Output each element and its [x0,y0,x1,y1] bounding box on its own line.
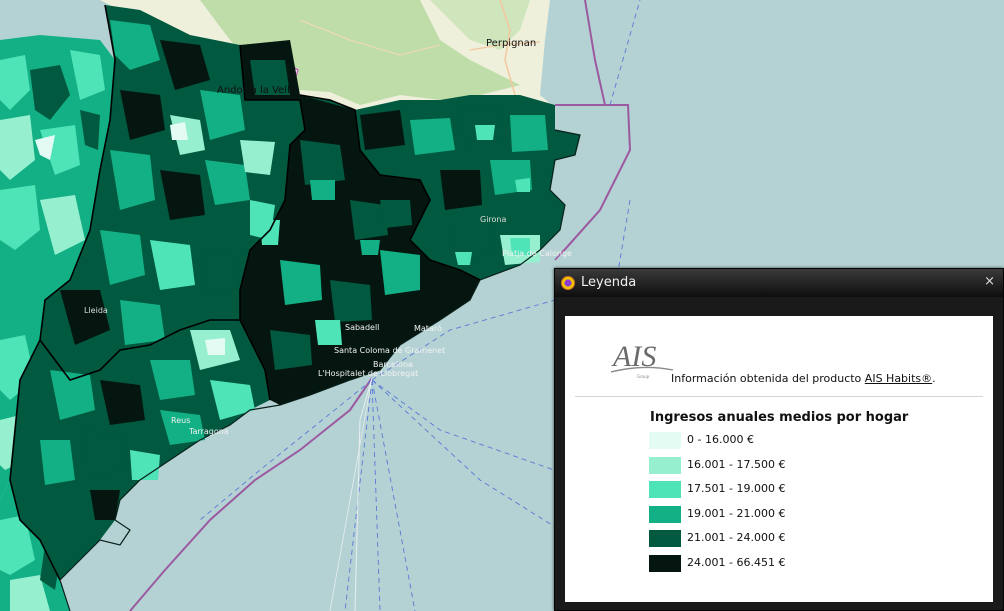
place-lleida: Lleida [84,306,108,315]
source-suffix: . [932,372,936,385]
place-barcelona: Barcelona [373,360,413,369]
legend-swatch [649,456,681,474]
legend-label: 21.001 - 24.000 € [687,531,786,545]
place-girona: Girona [480,215,507,224]
legend-swatch [649,505,681,523]
source-link[interactable]: AIS Habits® [865,372,932,385]
close-button[interactable]: × [984,274,995,289]
place-reus: Reus [171,416,191,425]
legend-label: 24.001 - 66.451 € [687,556,786,569]
place-tarragona: Tarragona [189,427,229,436]
source-note: Información obtenida del producto AIS Ha… [671,372,936,385]
place-sabadell: Sabadell [345,323,380,332]
legend-label: 16.001 - 17.500 € [687,457,786,471]
legend-item: 21.001 - 24.000 € [649,530,849,548]
legend-swatch [649,555,681,572]
place-santa-coloma: Santa Coloma de Gramenet [334,346,446,355]
legend-swatch [649,481,681,499]
divider [575,396,983,397]
ais-logo: AIS Group [611,340,674,379]
legend-label: 0 - 16.000 € [687,433,754,446]
svg-text:Group: Group [637,374,650,379]
legend-item: 0 - 16.000 € [649,432,849,450]
source-prefix: Información obtenida del producto [671,372,865,385]
legend-item: 17.501 - 19.000 € [649,481,849,499]
legend-heading: Ingresos anuales medios por hogar [650,410,909,425]
app-logo-icon [561,276,575,290]
legend-item: 19.001 - 21.000 € [649,505,849,524]
legend-window[interactable]: Leyenda × AIS Group Información obtenida… [554,268,1004,611]
legend-item: 16.001 - 17.500 € [649,456,849,475]
legend-label: 19.001 - 21.000 € [687,506,786,520]
place-andorra: Andorra la Vella [217,85,296,96]
legend-body: AIS Group Información obtenida del produ… [565,316,993,602]
legend-title: Leyenda [581,275,637,290]
place-mataro: Mataró [414,324,442,333]
place-hospitalet: L'Hospitalet de Llobregat [318,369,419,378]
legend-titlebar[interactable]: Leyenda × [555,269,1003,297]
legend-item: 24.001 - 66.451 € [649,555,849,573]
legend-swatch [649,530,681,548]
legend-swatch [649,432,681,449]
legend-label: 17.501 - 19.000 € [687,482,786,496]
place-perpignan: Perpignan [486,38,537,49]
place-calonge: Platja de Calonge [502,249,572,258]
